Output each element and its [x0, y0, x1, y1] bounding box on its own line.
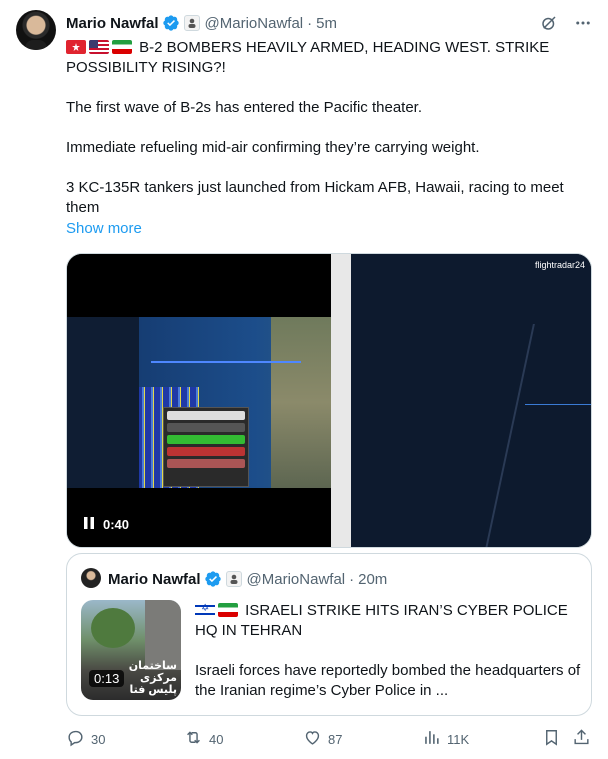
map-boundary-line [485, 324, 535, 547]
quote-separator-dot: · [349, 570, 355, 588]
quote-headline: ISRAELI STRIKE HITS IRAN’S CYBER POLICE … [195, 602, 568, 639]
quote-avatar[interactable] [81, 568, 101, 588]
action-bar: 30 40 87 11K [66, 728, 592, 748]
author-avatar[interactable] [16, 10, 56, 50]
reply-icon [66, 728, 85, 750]
tweet-paragraph-3: Immediate refueling mid-air confirming t… [66, 139, 480, 156]
show-more-link[interactable]: Show more [66, 219, 142, 239]
bookmark-icon [542, 728, 561, 750]
aircraft-info-panel [67, 317, 139, 488]
coastline [271, 317, 331, 488]
thumb-tree [91, 608, 135, 648]
author-name[interactable]: Mario Nawfal [66, 15, 159, 32]
grok-icon[interactable] [540, 14, 558, 32]
like-count: 87 [328, 731, 343, 747]
pause-icon[interactable] [83, 516, 95, 533]
tweet-text: B-2 BOMBERS HEAVILY ARMED, HEADING WEST.… [66, 38, 596, 239]
us-flag-icon [89, 40, 109, 54]
quote-author-name[interactable]: Mario Nawfal [108, 571, 201, 588]
flightradar-logo: flightradar24 [534, 260, 585, 270]
quote-video-duration: 0:13 [89, 670, 125, 687]
views-button[interactable]: 11K [422, 728, 469, 750]
iran-flag-icon [112, 40, 132, 54]
affiliate-badge-icon[interactable] [183, 15, 200, 31]
verified-badge-icon[interactable] [162, 14, 180, 32]
share-button[interactable] [572, 728, 591, 750]
video-player[interactable]: flightradar24 0:40 [66, 253, 592, 548]
video-controls: 0:40 [83, 516, 129, 533]
video-left-pane [67, 254, 331, 547]
quote-verified-badge-icon [204, 570, 222, 588]
tweet-headline: B-2 BOMBERS HEAVILY ARMED, HEADING WEST.… [66, 39, 550, 76]
repost-count: 40 [209, 731, 224, 747]
heart-icon [303, 728, 322, 750]
reply-count: 30 [91, 731, 106, 747]
sdr-radio-panel [163, 407, 249, 487]
siren-flag-icon [66, 40, 86, 54]
adsb-screen [67, 317, 331, 488]
video-right-pane: flightradar24 [331, 254, 591, 547]
author-handle[interactable]: @MarioNawfal [205, 15, 304, 32]
quote-body: Israeli forces have reportedly bombed th… [195, 662, 581, 699]
flightradar-sidebar [331, 254, 351, 547]
thumb-caption: ساختمان مرکزی پلیس فتا [128, 660, 177, 696]
repost-button[interactable]: 40 [184, 728, 223, 750]
quoted-tweet[interactable]: Mario Nawfal @MarioNawfal · 20m ساختمان … [66, 553, 592, 716]
separator-dot: · [307, 14, 313, 32]
bookmark-button[interactable] [542, 728, 561, 750]
views-count: 11K [447, 731, 470, 747]
quote-affiliate-badge-icon [225, 571, 242, 587]
tweet-timestamp[interactable]: 5m [316, 15, 337, 32]
share-icon [572, 728, 591, 750]
flight-path [525, 404, 591, 405]
reply-button[interactable]: 30 [66, 728, 105, 750]
tweet-header: Mario Nawfal @MarioNawfal · 5m [66, 13, 592, 33]
views-icon [422, 728, 441, 750]
tweet-line-1: B-2 BOMBERS HEAVILY ARMED, HEADING WEST.… [66, 38, 596, 78]
quote-header: Mario Nawfal @MarioNawfal · 20m [108, 569, 387, 589]
quote-timestamp: 20m [358, 570, 388, 588]
quote-text: ISRAELI STRIKE HITS IRAN’S CYBER POLICE … [195, 601, 585, 701]
like-button[interactable]: 87 [303, 728, 342, 750]
tweet-paragraph-4: 3 KC-135R tankers just launched from Hic… [66, 179, 564, 216]
tweet-paragraph-2: The first wave of B-2s has entered the P… [66, 99, 423, 116]
israel-flag-icon [195, 603, 215, 617]
video-duration: 0:40 [103, 517, 130, 532]
flight-track [151, 361, 301, 363]
repost-icon [184, 728, 203, 750]
more-options-icon[interactable] [574, 14, 592, 32]
quote-iran-flag-icon [218, 603, 238, 617]
quote-author-handle: @MarioNawfal [246, 570, 346, 588]
